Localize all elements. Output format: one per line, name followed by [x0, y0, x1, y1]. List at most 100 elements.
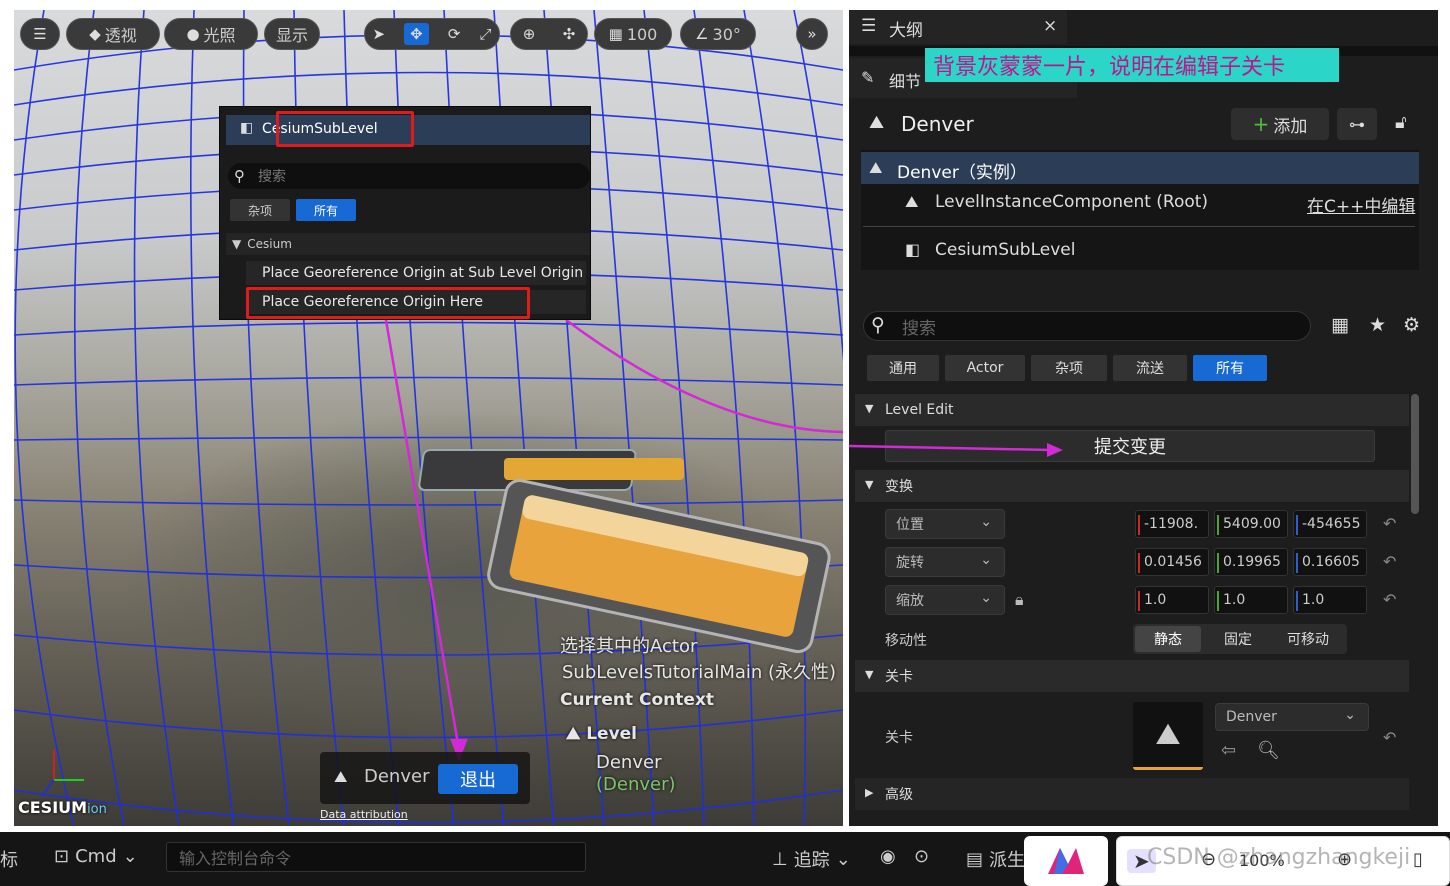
filter-tab-general[interactable]: 通用 — [867, 355, 939, 381]
cube-icon: ◆ — [89, 25, 101, 43]
location-y-field[interactable]: 5409.00 — [1214, 510, 1288, 538]
grid-icon: ▦ — [608, 25, 623, 43]
reset-level-icon[interactable]: ↶ — [1383, 728, 1396, 747]
rotation-x-field[interactable]: 0.01456 — [1135, 548, 1209, 576]
reset-location-icon[interactable]: ↶ — [1383, 514, 1396, 533]
highlight-box-origin-here — [246, 287, 530, 319]
rotate-icon[interactable]: ⟳ — [448, 25, 461, 43]
level-asset-icon: ⛰ — [1155, 717, 1181, 752]
section-transform[interactable]: ▼ 变换 — [855, 470, 1409, 502]
angle-snap-button[interactable]: ∠ 30° — [680, 18, 756, 50]
perspective-button[interactable]: ◆ 透视 — [66, 18, 160, 50]
more-options-button[interactable]: » — [796, 18, 828, 50]
scale-y-field[interactable]: 1.0 — [1214, 586, 1288, 614]
move-icon[interactable]: ✥ — [404, 23, 429, 45]
pivot-gizmo[interactable] — [418, 449, 832, 654]
filter-all-chip[interactable]: 所有 — [296, 199, 356, 221]
details-scrollbar[interactable] — [1411, 394, 1419, 514]
level-thumbnail[interactable]: ⛰ — [1133, 702, 1203, 770]
world-icon[interactable]: ⊕ — [523, 25, 536, 43]
scale-z-field[interactable]: 1.0 — [1293, 586, 1367, 614]
lock-icon[interactable]: 🔓︎ — [1395, 112, 1407, 133]
rotation-z-field[interactable]: 0.16605 — [1293, 548, 1367, 576]
component-icon: ◧ — [240, 120, 254, 136]
tree-item-instance[interactable]: ⛰ Denver（实例） — [861, 152, 1419, 184]
filter-tab-streaming[interactable]: 流送 — [1113, 355, 1187, 381]
component-tree: ⛰ Denver（实例） ⛰ LevelInstanceComponent (R… — [861, 150, 1419, 270]
watermark: CSDN @zhangzhangkeji — [1147, 845, 1411, 870]
exit-button[interactable]: 退出 — [438, 764, 518, 794]
lighting-button[interactable]: ● 光照 — [164, 18, 258, 50]
triangle-down-icon: ▼ — [865, 402, 874, 415]
add-component-button[interactable]: + 添加 — [1231, 108, 1329, 140]
filter-misc-chip[interactable]: 杂项 — [230, 199, 290, 221]
reset-scale-icon[interactable]: ↶ — [1383, 590, 1396, 609]
star-icon[interactable]: ★ — [1369, 314, 1386, 336]
edited-level-name: Denver — [364, 766, 430, 787]
add-component-popup: CesiumSubLevel ◧ 搜索 ⚲ 杂项 所有 ▼ Cesium Plac… — [219, 106, 591, 320]
level-icon: ⛰ — [566, 724, 587, 744]
mobility-label: 移动性 — [885, 633, 927, 649]
level-asset-dropdown[interactable]: Denver ⌄ — [1215, 703, 1369, 731]
use-selected-icon[interactable]: ⇦ — [1221, 740, 1236, 761]
section-advanced[interactable]: ▶ 高级 — [855, 778, 1409, 810]
triangle-down-icon: ▼ — [865, 478, 874, 491]
edit-in-cpp-link[interactable]: 在C++中编辑 — [1307, 192, 1415, 217]
mobility-movable[interactable]: 可移动 — [1275, 626, 1341, 652]
location-mode-dropdown[interactable]: 位置 ⌄ — [885, 509, 1005, 539]
filter-tab-all[interactable]: 所有 — [1193, 355, 1267, 381]
app-logo — [1024, 836, 1108, 886]
select-icon[interactable]: ➤ — [373, 25, 386, 43]
console-command-input[interactable]: 输入控制台命令 — [166, 842, 586, 872]
reset-rotation-icon[interactable]: ↶ — [1383, 552, 1396, 571]
surface-snap-icon[interactable]: ✣ — [563, 25, 576, 43]
table-view-icon[interactable]: ▦ — [1331, 314, 1349, 336]
browse-icon[interactable]: 🔍︎ — [1257, 740, 1280, 761]
annotation-arrow-tail — [849, 443, 1063, 457]
mobility-static[interactable]: 静态 — [1135, 626, 1201, 652]
mobility-stationary[interactable]: 固定 — [1205, 626, 1271, 652]
angle-icon: ∠ — [695, 25, 709, 43]
tree-item-root-component[interactable]: ⛰ LevelInstanceComponent (Root) 在C++中编辑 — [861, 186, 1419, 218]
close-icon[interactable]: × — [1043, 16, 1057, 36]
blueprint-button[interactable]: ⊶ — [1337, 108, 1377, 140]
menu-item-origin-at-sublevel[interactable]: Place Georeference Origin at Sub Level O… — [246, 261, 586, 285]
lock-icon[interactable]: 🔒︎ — [1015, 590, 1024, 610]
triangle-down-icon: ▼ — [232, 237, 242, 251]
section-level[interactable]: ▼ 关卡 — [855, 660, 1409, 692]
scale-mode-dropdown[interactable]: 缩放 ⌄ — [885, 585, 1005, 615]
show-button[interactable]: 显示 — [264, 18, 320, 50]
scale-icon[interactable]: ⤢ — [479, 25, 491, 43]
tab-outline[interactable]: ☰ 大纲 × — [849, 10, 1067, 44]
rotation-mode-dropdown[interactable]: 旋转 ⌄ — [885, 547, 1005, 577]
section-level-edit[interactable]: ▼ Level Edit — [855, 394, 1409, 426]
location-z-field[interactable]: -454655 — [1293, 510, 1367, 538]
transform-tools: ➤ ✥ ⟳ ⤢ — [364, 18, 500, 50]
category-cesium[interactable]: ▼ Cesium — [226, 233, 590, 255]
filter-tab-actor[interactable]: Actor — [945, 355, 1025, 381]
grid-snap-button[interactable]: ▦ 100 — [594, 18, 672, 50]
search-icon: ⚲ — [871, 314, 885, 336]
trace-dropdown[interactable]: ⊥ 追踪 ⌄ — [772, 846, 851, 872]
actor-name: Denver — [901, 112, 974, 136]
hierarchy-icon: ⊶ — [1349, 114, 1365, 134]
details-search-input[interactable]: 搜索 — [863, 311, 1311, 341]
derived-data-button[interactable]: ▤ 派生 — [966, 846, 1025, 872]
record-icon[interactable]: ◉ — [880, 846, 896, 867]
cesium-logo: CESIUMion — [18, 798, 107, 817]
rotation-y-field[interactable]: 0.19965 — [1214, 548, 1288, 576]
axis-widget — [41, 750, 84, 797]
book-icon[interactable]: ▯ — [1413, 849, 1423, 870]
level-label: 关卡 — [885, 730, 913, 746]
camera-icon[interactable]: ⊙ — [914, 846, 929, 867]
cmd-dropdown[interactable]: ⊡ Cmd ⌄ — [54, 846, 138, 867]
scale-x-field[interactable]: 1.0 — [1135, 586, 1209, 614]
tree-item-cesium-sublevel[interactable]: ◧ CesiumSubLevel — [861, 234, 1419, 266]
chevron-down-icon: ⌄ — [980, 552, 992, 568]
data-attribution-link[interactable]: Data attribution — [320, 808, 408, 821]
popup-search-input[interactable]: 搜索 — [228, 163, 590, 189]
gear-icon[interactable]: ⚙ — [1403, 314, 1420, 336]
viewport-menu-button[interactable]: ☰ — [20, 18, 60, 50]
location-x-field[interactable]: -11908. — [1135, 510, 1209, 538]
filter-tab-misc[interactable]: 杂项 — [1031, 355, 1107, 381]
